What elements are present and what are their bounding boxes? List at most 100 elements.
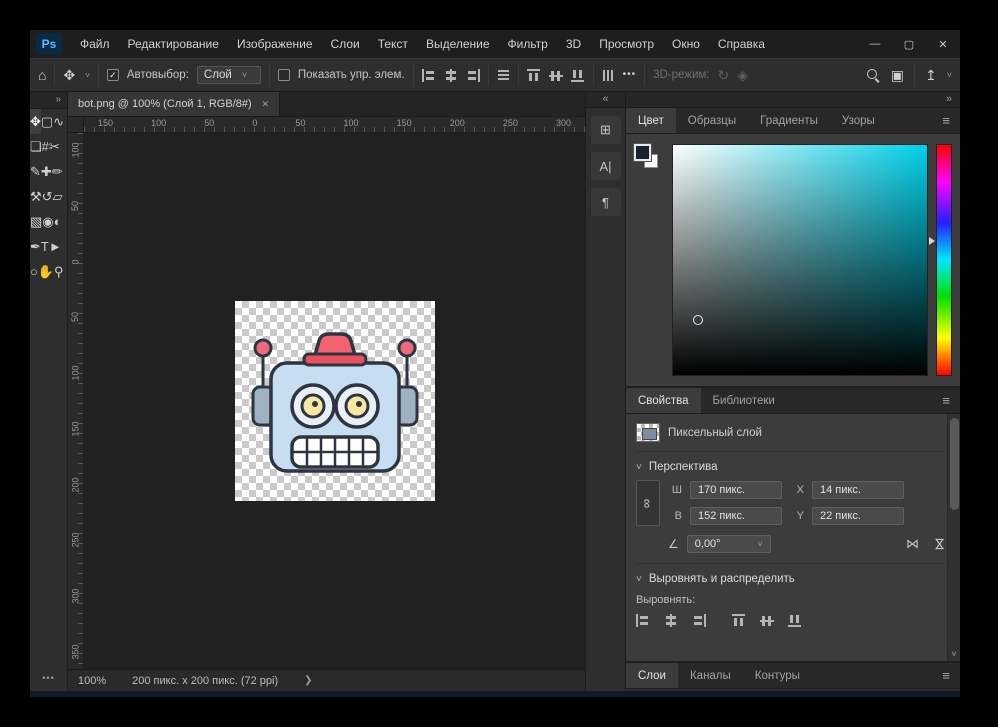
- align-center-horizontal-icon[interactable]: [664, 614, 678, 627]
- align-right-icon[interactable]: [466, 69, 480, 82]
- gradient-tool[interactable]: ▧: [30, 209, 42, 234]
- align-right-icon[interactable]: [692, 614, 706, 627]
- tab-properties[interactable]: Свойства: [626, 388, 701, 413]
- foreground-background-swatches[interactable]: [634, 144, 664, 376]
- show-transform-controls-checkbox[interactable]: [278, 69, 290, 81]
- path-selection-tool[interactable]: ►: [49, 234, 62, 259]
- align-top-icon[interactable]: [527, 69, 541, 82]
- ruler-corner[interactable]: [68, 117, 84, 133]
- menu-item[interactable]: Редактирование: [120, 33, 227, 55]
- panel-menu-icon[interactable]: ≡: [932, 663, 960, 688]
- align-top-icon[interactable]: [732, 614, 746, 627]
- align-bottom-icon[interactable]: [788, 614, 802, 627]
- color-cursor[interactable]: [693, 315, 703, 325]
- menu-item[interactable]: Текст: [370, 33, 416, 55]
- close-button[interactable]: ✕: [926, 30, 960, 58]
- align-bottom-icon[interactable]: [571, 69, 585, 82]
- align-middle-icon[interactable]: [549, 69, 563, 82]
- brush-tool[interactable]: ✏: [52, 159, 63, 184]
- hue-slider[interactable]: [936, 144, 952, 376]
- menu-item[interactable]: Слои: [323, 33, 368, 55]
- dodge-tool[interactable]: ◐: [54, 209, 62, 234]
- align-left-icon[interactable]: [636, 614, 650, 627]
- ellipse-tool[interactable]: ○: [30, 259, 38, 284]
- chevron-down-icon[interactable]: ˅: [636, 574, 642, 585]
- type-tool[interactable]: T: [41, 234, 49, 259]
- share-icon[interactable]: ↥: [925, 68, 937, 82]
- autoselect-checkbox[interactable]: ✓: [107, 69, 119, 81]
- link-dimensions-toggle[interactable]: ∞: [636, 480, 660, 526]
- rotation-angle-field[interactable]: 0,00° ˅: [687, 535, 771, 553]
- saturation-brightness-field[interactable]: [672, 144, 928, 376]
- tools-expand-icon[interactable]: »: [30, 92, 67, 109]
- minimize-button[interactable]: —: [858, 30, 892, 58]
- scrollbar-thumb[interactable]: [950, 418, 959, 510]
- menu-item[interactable]: Изображение: [229, 33, 321, 55]
- lasso-tool[interactable]: ∿: [53, 109, 64, 134]
- menu-item[interactable]: Выделение: [418, 33, 498, 55]
- zoom-level[interactable]: 100%: [78, 675, 106, 687]
- maximize-button[interactable]: ▢: [892, 30, 926, 58]
- menu-item[interactable]: Окно: [664, 33, 708, 55]
- eraser-tool[interactable]: ▱: [53, 184, 63, 209]
- menu-item[interactable]: Просмотр: [591, 33, 662, 55]
- paragraph-panel-icon[interactable]: ¶: [591, 188, 621, 216]
- tab-libraries[interactable]: Библиотеки: [701, 388, 787, 413]
- tab-close-icon[interactable]: ✕: [262, 99, 270, 110]
- chevron-down-icon[interactable]: ˅: [85, 71, 90, 80]
- scroll-down-icon[interactable]: ˅: [948, 649, 960, 661]
- menu-item[interactable]: Файл: [72, 33, 118, 55]
- chevron-down-icon[interactable]: ˅: [636, 462, 642, 473]
- eyedropper-tool[interactable]: ✎: [30, 159, 41, 184]
- tab-swatches[interactable]: Образцы: [676, 108, 748, 133]
- height-field[interactable]: 152 пикс.: [690, 507, 782, 525]
- panel-menu-icon[interactable]: ≡: [932, 108, 960, 133]
- blur-tool[interactable]: ◉: [42, 209, 53, 234]
- distribute-horizontal-icon[interactable]: [497, 69, 510, 82]
- tab-channels[interactable]: Каналы: [678, 663, 743, 688]
- chevron-down-icon[interactable]: ˅: [758, 539, 763, 549]
- collapse-dock-icon[interactable]: »: [626, 92, 960, 108]
- y-field[interactable]: 22 пикс.: [812, 507, 904, 525]
- align-middle-icon[interactable]: [760, 614, 774, 627]
- autoselect-target-dropdown[interactable]: Слой ˅: [197, 66, 261, 84]
- character-panel-icon[interactable]: A|: [591, 152, 621, 180]
- align-left-icon[interactable]: [422, 69, 436, 82]
- tab-layers[interactable]: Слои: [626, 663, 678, 688]
- hand-tool[interactable]: ✋: [38, 259, 54, 284]
- edit-toolbar-icon[interactable]: •••: [30, 666, 67, 691]
- expand-panels-icon[interactable]: «: [586, 92, 625, 108]
- history-brush-tool[interactable]: ↺: [42, 184, 53, 209]
- tab-gradients[interactable]: Градиенты: [748, 108, 830, 133]
- search-icon[interactable]: [866, 68, 881, 83]
- menu-item[interactable]: Справка: [710, 33, 773, 55]
- status-chevron-icon[interactable]: ❯: [304, 675, 312, 686]
- move-tool[interactable]: ✥: [30, 109, 41, 134]
- crop-tool[interactable]: #: [42, 134, 49, 159]
- canvas[interactable]: [84, 133, 585, 669]
- distribute-vertical-icon[interactable]: [602, 69, 615, 82]
- chevron-down-icon[interactable]: ˅: [947, 70, 952, 80]
- flip-horizontal-icon[interactable]: ⋈: [906, 536, 919, 552]
- glyphs-panel-icon[interactable]: ⊞: [591, 116, 621, 144]
- pen-tool[interactable]: ✒: [30, 234, 41, 259]
- x-field[interactable]: 14 пикс.: [812, 481, 904, 499]
- tab-patterns[interactable]: Узоры: [830, 108, 887, 133]
- clone-stamp-tool[interactable]: ⚒: [30, 184, 42, 209]
- home-icon[interactable]: ⌂: [38, 68, 46, 82]
- foreground-color-swatch[interactable]: [634, 144, 651, 161]
- healing-brush-tool[interactable]: ✚: [41, 159, 52, 184]
- document-tab[interactable]: bot.png @ 100% (Слой 1, RGB/8#) ✕: [68, 92, 280, 116]
- panel-menu-icon[interactable]: ≡: [932, 388, 960, 413]
- menu-item[interactable]: 3D: [558, 33, 589, 55]
- properties-scrollbar[interactable]: ˅: [947, 414, 960, 661]
- robot-image[interactable]: [235, 301, 435, 501]
- object-selection-tool[interactable]: ❏: [30, 134, 42, 159]
- menu-item[interactable]: Фильтр: [500, 33, 556, 55]
- zoom-tool[interactable]: ⚲: [54, 259, 64, 284]
- workspace-icon[interactable]: ▣: [891, 68, 904, 82]
- tab-paths[interactable]: Контуры: [743, 663, 812, 688]
- slice-tool[interactable]: ✂: [49, 134, 60, 159]
- tab-color[interactable]: Цвет: [626, 108, 676, 133]
- align-center-horizontal-icon[interactable]: [444, 69, 458, 82]
